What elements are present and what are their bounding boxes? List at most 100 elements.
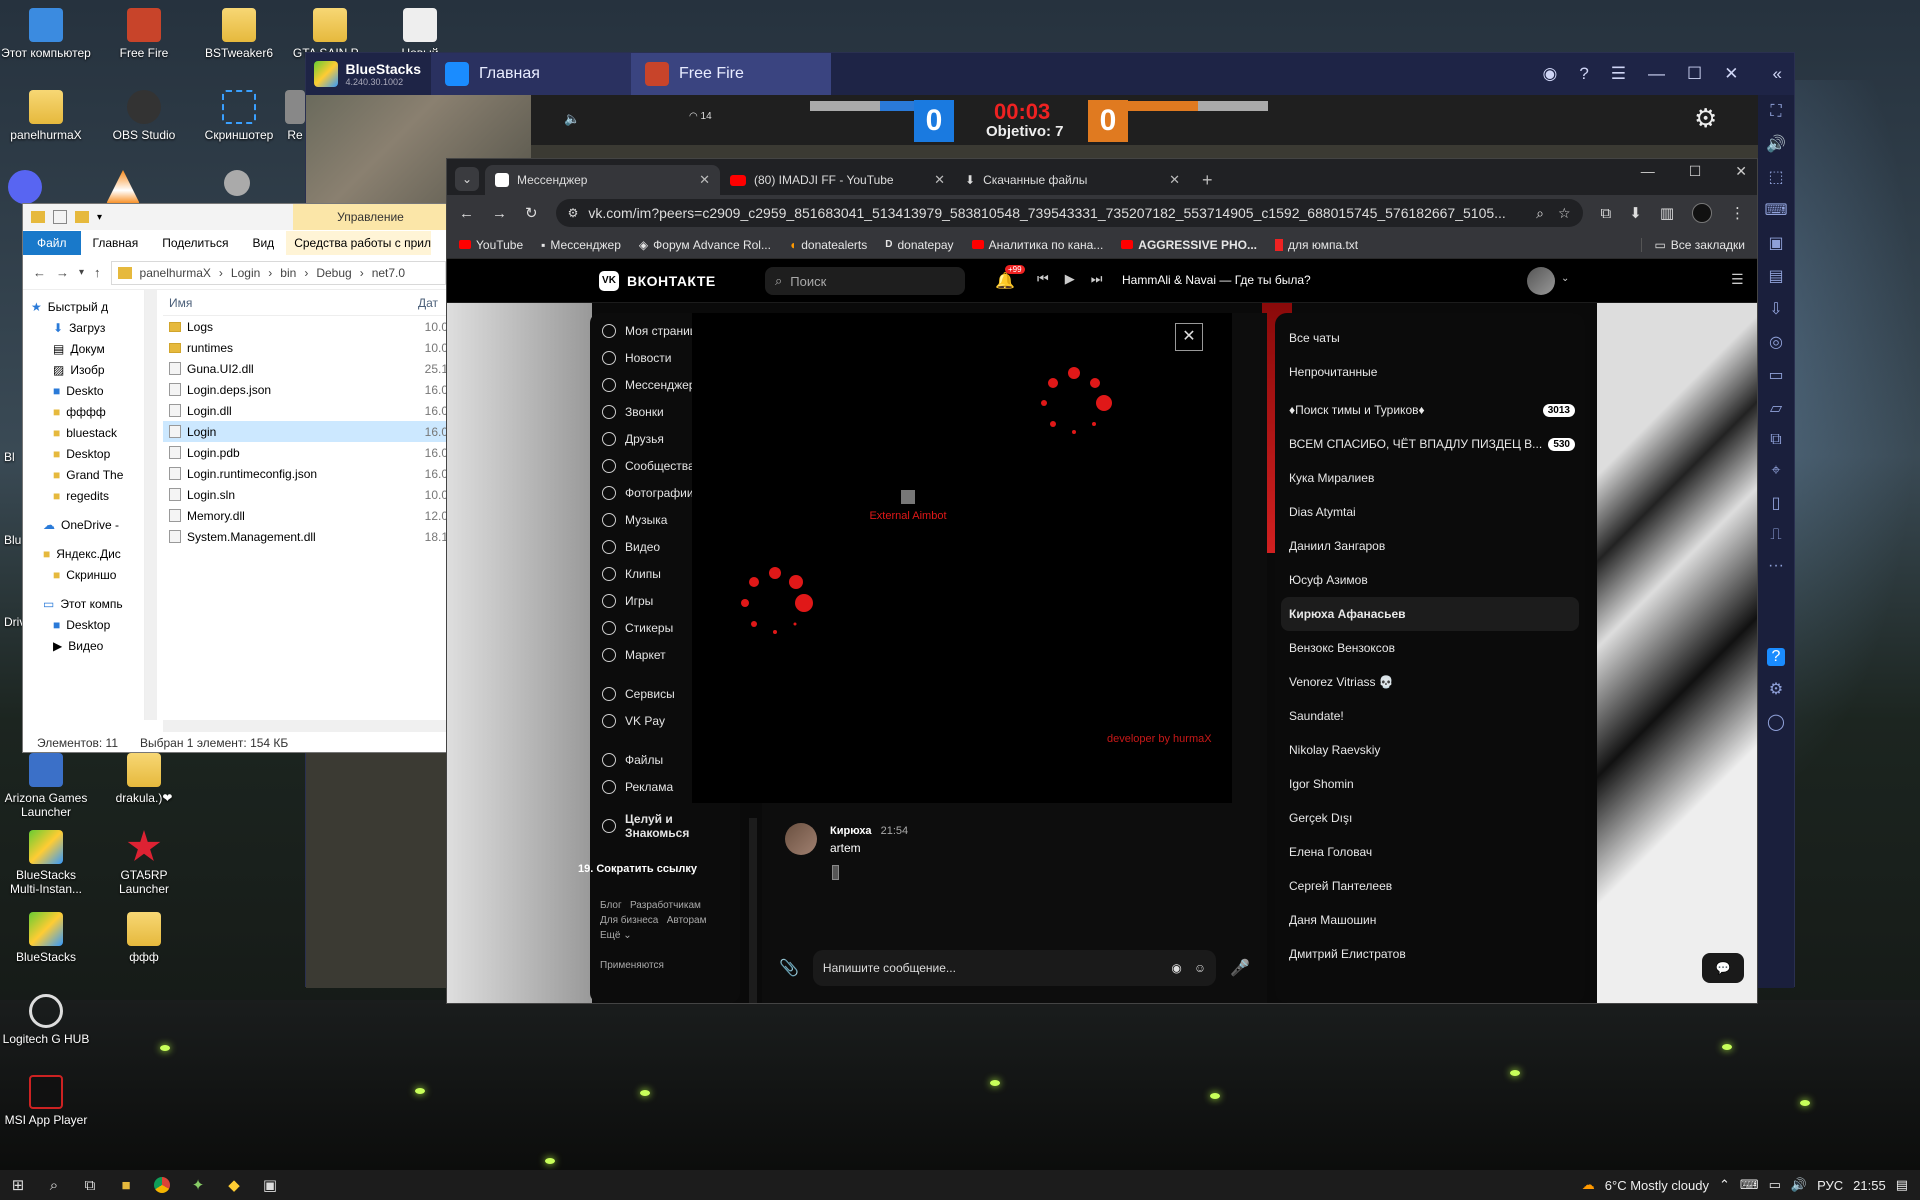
- chat-list-item[interactable]: Saundate!: [1275, 699, 1585, 733]
- menu-icon[interactable]: ☰: [1611, 64, 1626, 84]
- chat-filter-unread[interactable]: Непрочитанные: [1275, 355, 1585, 389]
- desktop-icon-drakula[interactable]: drakula.)❤: [98, 753, 190, 805]
- desktop-icon-msi[interactable]: MSI App Player: [0, 1075, 92, 1127]
- weather-text[interactable]: 6°C Mostly cloudy: [1605, 1178, 1709, 1193]
- ribbon-tab-file[interactable]: Файл: [23, 231, 81, 255]
- maximize-icon[interactable]: ☐: [1689, 163, 1702, 180]
- bookmark-item[interactable]: ◈ Форум Advance Rol...: [639, 238, 771, 252]
- bookmark-item[interactable]: ▪ Мессенджер: [541, 238, 621, 252]
- bookmark-item[interactable]: для юмпа.txt: [1275, 238, 1358, 252]
- chevron-down-icon[interactable]: ⌄: [1561, 273, 1569, 284]
- vk-logo[interactable]: VK ВКОНТАКТЕ: [599, 271, 716, 291]
- folder-icon[interactable]: ▱: [1770, 398, 1782, 418]
- omnibox[interactable]: ⚙ vk.com/im?peers=c2909_c2959_851683041_…: [555, 199, 1583, 227]
- play-icon[interactable]: ▶: [1065, 271, 1075, 287]
- tab-messenger[interactable]: Мессенджер ✕: [485, 165, 720, 195]
- desktop-icon-this-pc[interactable]: Этот компьютер: [0, 8, 92, 60]
- message-avatar[interactable]: [785, 823, 817, 855]
- dropdown-icon[interactable]: ▾: [97, 212, 102, 223]
- column-name[interactable]: Имя: [163, 296, 418, 310]
- chat-list-item[interactable]: Кирюха Афанасьев: [1281, 597, 1579, 631]
- prev-track-icon[interactable]: ⏮: [1037, 271, 1049, 287]
- desktop-icon-ffff[interactable]: ффф: [98, 912, 190, 964]
- chat-list-item[interactable]: Igor Shomin: [1275, 767, 1585, 801]
- up-arrow-icon[interactable]: ↑: [94, 265, 101, 280]
- tab-search-icon[interactable]: ⌄: [455, 167, 479, 191]
- chat-list-item[interactable]: Дмитрий Елистратов: [1275, 937, 1585, 971]
- emoji-icon[interactable]: ☺: [1194, 961, 1206, 975]
- new-folder-icon[interactable]: [75, 211, 89, 223]
- nav-item[interactable]: ■ фффф: [23, 401, 144, 422]
- bookmark-star-icon[interactable]: ☆: [1558, 205, 1571, 222]
- short-link-item[interactable]: 19. Сократить ссылку: [578, 863, 697, 875]
- record-icon[interactable]: ▭: [1768, 365, 1783, 385]
- nav-item[interactable]: ■ regedits: [23, 485, 144, 506]
- file-row[interactable]: Guna.UI2.dll 25.1: [163, 358, 448, 379]
- nav-onedrive[interactable]: ☁ OneDrive -: [23, 514, 144, 535]
- ribbon-tab-view[interactable]: Вид: [240, 231, 286, 255]
- more-menu-icon[interactable]: ⋮: [1730, 204, 1745, 222]
- help-icon[interactable]: ?: [1579, 64, 1588, 84]
- tab-downloads[interactable]: ⬇ Скачанные файлы ✕: [955, 165, 1190, 195]
- nav-item[interactable]: ■ Deskto: [23, 380, 144, 401]
- chat-list-item[interactable]: Вензокс Вензоксов: [1275, 631, 1585, 665]
- desktop-icon-panelhurmax[interactable]: panelhurmaX: [0, 90, 92, 142]
- properties-icon[interactable]: [53, 210, 67, 224]
- side-panel-icon[interactable]: ▥: [1660, 204, 1674, 222]
- next-track-icon[interactable]: ⏭: [1091, 271, 1103, 287]
- nav-quick-access[interactable]: ★ Быстрый д: [23, 296, 144, 317]
- back-icon[interactable]: ◯: [1767, 712, 1785, 732]
- bluestacks-icon[interactable]: ◆: [216, 1170, 252, 1200]
- forward-arrow-icon[interactable]: →: [492, 205, 507, 222]
- chat-list-item[interactable]: Даня Машошин: [1275, 903, 1585, 937]
- chat-list-item[interactable]: ♦Поиск тимы и Туриков♦ 3013: [1275, 393, 1585, 427]
- chat-list-item[interactable]: Даниил Зангаров: [1275, 529, 1585, 563]
- chat-list-item[interactable]: Сергей Пантелеев: [1275, 869, 1585, 903]
- weather-icon[interactable]: ☁: [1582, 1177, 1595, 1193]
- path-segment[interactable]: panelhurmaX: [140, 266, 211, 280]
- chat-bubble-icon[interactable]: 💬: [1702, 953, 1744, 983]
- nav-scrollbar[interactable]: [749, 818, 757, 1003]
- file-row[interactable]: Login.runtimeconfig.json 16.0: [163, 463, 448, 484]
- account-icon[interactable]: ◉: [1542, 64, 1557, 84]
- footer-link[interactable]: Разработчикам: [630, 900, 701, 911]
- multi-instance-icon[interactable]: ⧉: [1770, 431, 1781, 449]
- chat-list-item[interactable]: Юсуф Азимов: [1275, 563, 1585, 597]
- forward-arrow-icon[interactable]: →: [56, 265, 69, 280]
- desktop-icon-free-fire[interactable]: Free Fire: [98, 8, 190, 60]
- equalizer-icon[interactable]: ☰: [1731, 271, 1744, 288]
- install-apk-icon[interactable]: ▣: [1768, 233, 1783, 253]
- nav-item[interactable]: ▤ Докум: [23, 338, 144, 359]
- nav-item[interactable]: ⬇ Загруз: [23, 317, 144, 338]
- screenshot-icon[interactable]: ◎: [1769, 332, 1783, 352]
- footer-link[interactable]: Ещё: [600, 930, 620, 941]
- zoom-icon[interactable]: ⌕: [1536, 205, 1544, 222]
- rotate-icon[interactable]: ▯: [1772, 493, 1781, 513]
- nav-scrollbar[interactable]: [145, 290, 157, 720]
- user-avatar[interactable]: [1527, 267, 1555, 295]
- search-icon[interactable]: ⌕: [36, 1170, 72, 1200]
- desktop-icon-settings[interactable]: [212, 170, 262, 200]
- footer-link[interactable]: Блог: [600, 900, 622, 911]
- new-tab-icon[interactable]: +: [1190, 165, 1225, 195]
- chrome-icon[interactable]: [144, 1170, 180, 1200]
- import-icon[interactable]: ⇩: [1769, 299, 1782, 319]
- settings-icon[interactable]: ⚙: [1769, 679, 1783, 699]
- desktop-icon-logitech[interactable]: Logitech G HUB: [0, 994, 92, 1046]
- volume-icon[interactable]: 🔈: [564, 111, 580, 127]
- cursor-lock-icon[interactable]: ⬚: [1768, 167, 1783, 187]
- path-segment[interactable]: Login: [231, 266, 260, 280]
- desktop-icon-arizona[interactable]: Arizona Games Launcher: [0, 753, 92, 819]
- start-icon[interactable]: ⊞: [0, 1170, 36, 1200]
- close-icon[interactable]: ✕: [1724, 64, 1738, 84]
- chat-list-item[interactable]: ВСЕМ СПАСИБО, ЧЁТ ВПАДЛУ ПИЗДЕЦ В... 530: [1275, 427, 1585, 461]
- now-playing-track[interactable]: HammAli & Navai — Где ты была?: [1122, 273, 1311, 287]
- minimize-icon[interactable]: —: [1641, 163, 1655, 180]
- keyboard-icon[interactable]: ⌨: [1740, 1177, 1759, 1193]
- downloads-icon[interactable]: ⬇: [1629, 204, 1642, 222]
- chat-list-item[interactable]: Кука Миралиев: [1275, 461, 1585, 495]
- nav-this-pc[interactable]: ▭ Этот компь: [23, 593, 144, 614]
- attach-icon[interactable]: 📎: [779, 958, 799, 978]
- network-icon[interactable]: ▭: [1769, 1177, 1781, 1193]
- help-icon[interactable]: ?: [1766, 648, 1786, 666]
